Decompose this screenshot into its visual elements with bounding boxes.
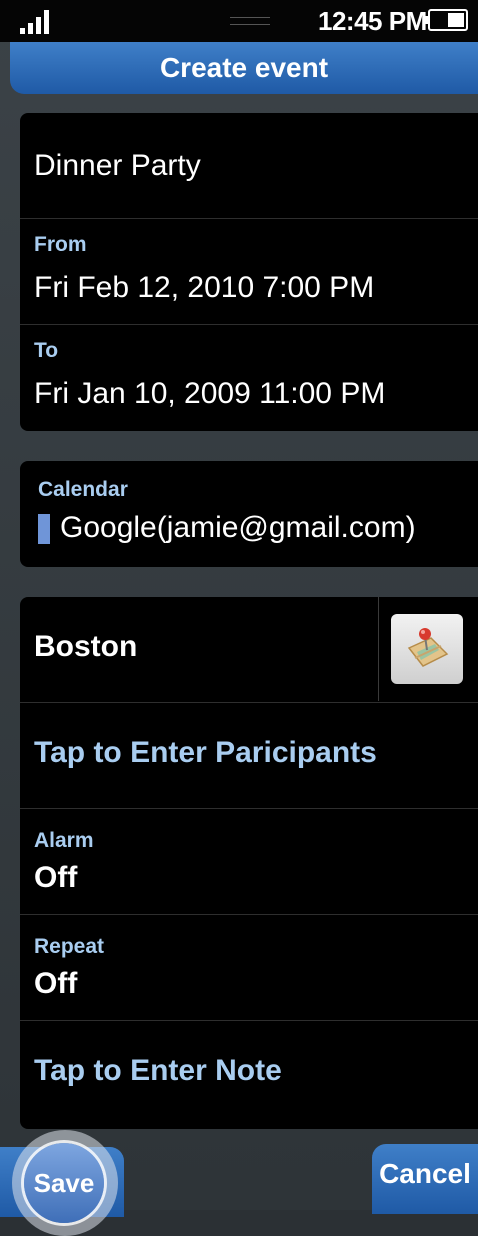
participants-field[interactable]: Tap to Enter Paricipants [20, 703, 478, 809]
alarm-value: Off [34, 861, 78, 894]
save-button[interactable]: Save [24, 1143, 104, 1223]
from-field[interactable]: From Fri Feb 12, 2010 7:00 PM [20, 219, 478, 325]
event-title-value: Dinner Party [34, 149, 201, 182]
from-value: Fri Feb 12, 2010 7:00 PM [34, 271, 375, 304]
from-label: From [34, 233, 87, 256]
note-field[interactable]: Tap to Enter Note [20, 1021, 478, 1129]
event-title-field[interactable]: Dinner Party [20, 113, 478, 219]
status-time: 12:45 PM [318, 6, 427, 36]
calendar-value-row: Google(jamie@gmail.com) [38, 511, 416, 545]
calendar-value: Google(jamie@gmail.com) [60, 511, 416, 544]
screen: 12:45 PM Create event Dinner Party From … [0, 0, 478, 1236]
to-label: To [34, 339, 59, 362]
alarm-label: Alarm [34, 829, 94, 852]
signal-icon [20, 10, 54, 34]
calendar-label: Calendar [38, 478, 128, 501]
participants-prompt: Tap to Enter Paricipants [34, 736, 377, 769]
divider [378, 597, 379, 701]
event-details-card: Boston Tap to Enter Paricipants Alarm Of… [20, 597, 478, 1129]
event-time-card: Dinner Party From Fri Feb 12, 2010 7:00 … [20, 113, 478, 431]
calendar-color-swatch [38, 514, 50, 545]
map-pin-icon[interactable] [391, 614, 463, 684]
page-title: Create event [10, 42, 478, 94]
to-value: Fri Jan 10, 2009 11:00 PM [34, 377, 386, 410]
repeat-label: Repeat [34, 935, 105, 958]
status-bar: 12:45 PM [0, 0, 478, 42]
grip-handle[interactable] [230, 17, 270, 25]
calendar-field[interactable]: Calendar Google(jamie@gmail.com) [20, 461, 478, 567]
cancel-button[interactable]: Cancel [372, 1144, 478, 1214]
location-field[interactable]: Boston [20, 597, 478, 703]
alarm-field[interactable]: Alarm Off [20, 809, 478, 915]
repeat-value: Off [34, 967, 78, 1000]
location-value: Boston [34, 630, 138, 663]
to-field[interactable]: To Fri Jan 10, 2009 11:00 PM [20, 325, 478, 431]
note-prompt: Tap to Enter Note [34, 1054, 282, 1087]
battery-icon [423, 9, 468, 31]
repeat-field[interactable]: Repeat Off [20, 915, 478, 1021]
